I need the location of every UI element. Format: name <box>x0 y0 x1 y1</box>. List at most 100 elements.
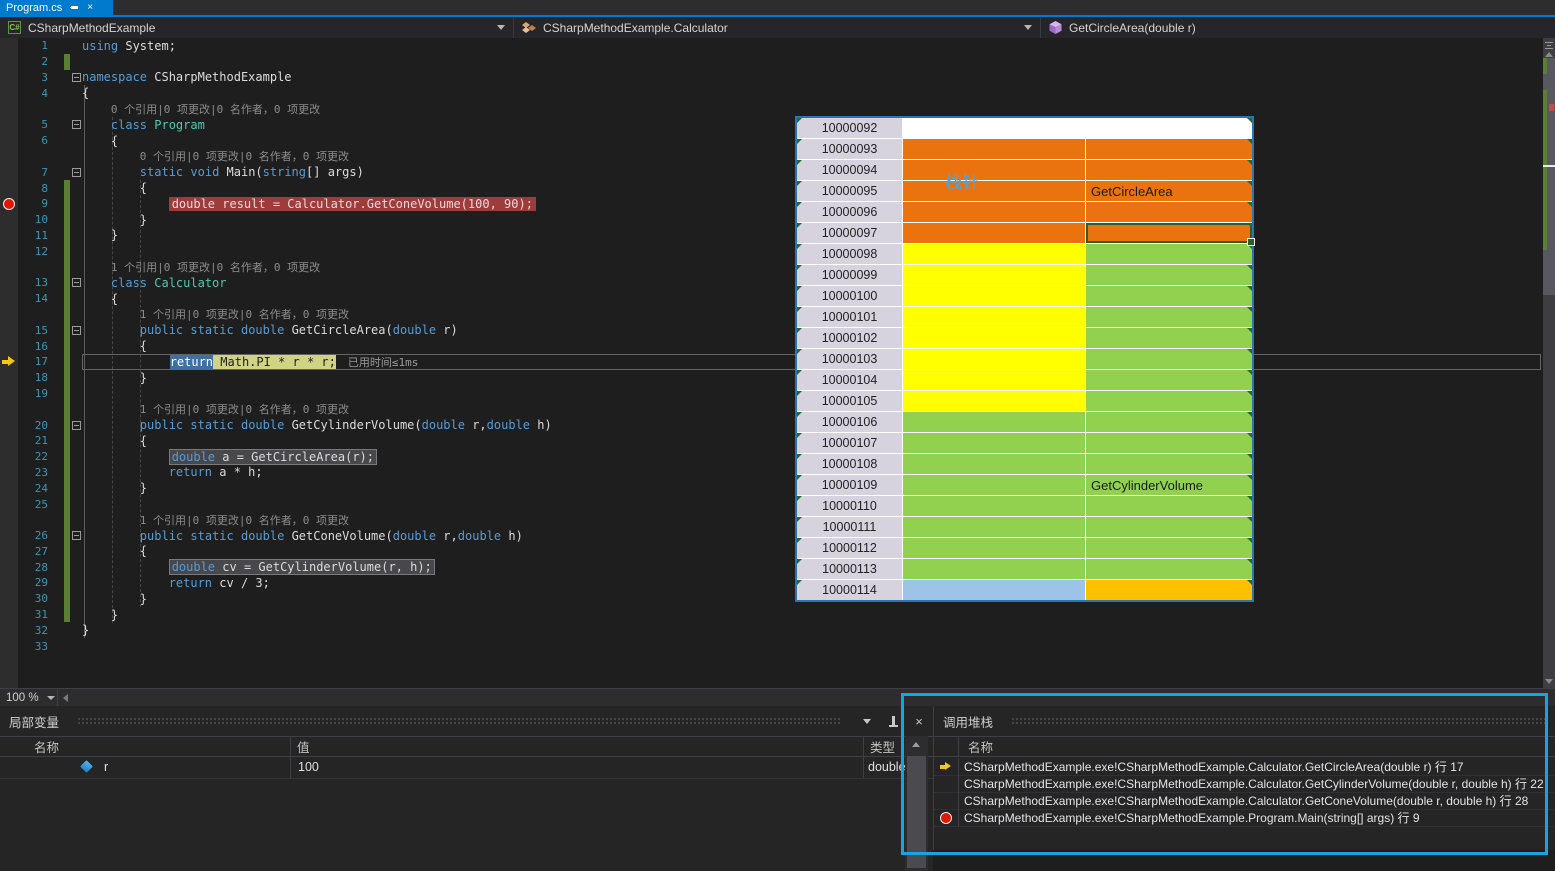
code-line[interactable]: 20public static double GetCylinderVolume… <box>0 417 1543 433</box>
fold-collapse-icon[interactable] <box>72 73 81 82</box>
codelens-line[interactable]: 0 个引用|0 项更改|0 名作者，0 项更改 <box>0 101 1543 117</box>
code-line[interactable]: 13class Calculator <box>0 275 1543 291</box>
memory-cell-c[interactable] <box>1086 265 1252 285</box>
memory-address-cell[interactable]: 10000096 <box>797 202 902 222</box>
code-line[interactable]: 22double a = GetCircleArea(r); <box>0 449 1543 465</box>
memory-cell-b[interactable] <box>903 160 1085 180</box>
fold-collapse-icon[interactable] <box>72 531 81 540</box>
memory-cell-c[interactable] <box>1086 370 1252 390</box>
codelens-line[interactable]: 0 个引用|0 项更改|0 名作者，0 项更改 <box>0 149 1543 165</box>
memory-cell-b[interactable] <box>903 517 1085 537</box>
code-line[interactable]: 8{ <box>0 180 1543 196</box>
editor-horizontal-scrollbar[interactable]: 100 % <box>0 688 1555 706</box>
stack-frame-row[interactable]: CSharpMethodExample.exe!CSharpMethodExam… <box>934 758 1555 776</box>
type-dropdown[interactable]: CSharpMethodExample.Calculator <box>514 17 1041 38</box>
memory-cell-b[interactable] <box>903 580 1085 600</box>
code-line[interactable]: 9double result = Calculator.GetConeVolum… <box>0 196 1543 212</box>
column-value[interactable]: 值 <box>297 737 310 756</box>
memory-cell-c[interactable] <box>1086 454 1252 474</box>
code-line[interactable]: 6{ <box>0 133 1543 149</box>
memory-address-cell[interactable]: 10000103 <box>797 349 902 369</box>
scroll-left-arrow[interactable] <box>63 694 68 702</box>
memory-address-cell[interactable]: 10000113 <box>797 559 902 579</box>
code-line[interactable]: 18} <box>0 370 1543 386</box>
memory-address-cell[interactable]: 10000097 <box>797 223 902 243</box>
memory-address-cell[interactable]: 10000098 <box>797 244 902 264</box>
memory-cell-b[interactable] <box>903 118 1085 138</box>
memory-cell-b[interactable] <box>903 391 1085 411</box>
memory-cell-c[interactable] <box>1086 433 1252 453</box>
code-line[interactable]: 16{ <box>0 338 1543 354</box>
fold-collapse-icon[interactable] <box>72 168 81 177</box>
codelens-info[interactable]: 1 个引用|0 项更改|0 名作者，0 项更改 <box>140 306 349 322</box>
memory-cell-c[interactable] <box>1086 538 1252 558</box>
memory-cell-b[interactable] <box>903 265 1085 285</box>
code-line[interactable]: 31} <box>0 607 1543 623</box>
memory-cell-c[interactable] <box>1086 349 1252 369</box>
tab-program-cs[interactable]: Program.cs × <box>0 0 113 15</box>
stack-frame-row[interactable]: CSharpMethodExample.exe!CSharpMethodExam… <box>934 775 1555 793</box>
column-name[interactable]: 名称 <box>34 737 59 756</box>
memory-cell-b[interactable] <box>903 370 1085 390</box>
memory-cell-c[interactable] <box>1086 139 1252 159</box>
memory-address-cell[interactable]: 10000093 <box>797 139 902 159</box>
memory-cell-c[interactable] <box>1086 286 1252 306</box>
memory-cell-c[interactable] <box>1086 202 1252 222</box>
memory-cell-b[interactable] <box>903 475 1085 495</box>
code-line[interactable]: 29return cv / 3; <box>0 575 1543 591</box>
codelens-line[interactable]: 1 个引用|0 项更改|0 名作者，0 项更改 <box>0 259 1543 275</box>
code-line[interactable]: 21{ <box>0 433 1543 449</box>
memory-cell-c[interactable] <box>1086 517 1252 537</box>
code-line[interactable]: 14{ <box>0 291 1543 307</box>
breakpoint-icon[interactable] <box>3 198 15 210</box>
memory-cell-b[interactable] <box>903 202 1085 222</box>
memory-cell-b[interactable] <box>903 307 1085 327</box>
memory-cell-b[interactable] <box>903 181 1085 201</box>
memory-address-cell[interactable]: 10000101 <box>797 307 902 327</box>
memory-address-cell[interactable]: 10000102 <box>797 328 902 348</box>
codelens-info[interactable]: 0 个引用|0 项更改|0 名作者，0 项更改 <box>140 148 349 164</box>
memory-address-cell[interactable]: 10000094 <box>797 160 902 180</box>
fold-collapse-icon[interactable] <box>72 120 81 129</box>
locals-panel-titlebar[interactable]: 局部变量 × <box>0 706 933 736</box>
memory-cell-c[interactable] <box>1086 496 1252 516</box>
code-line[interactable]: 32} <box>0 622 1543 638</box>
close-icon[interactable]: × <box>87 3 93 12</box>
code-line[interactable]: 23return a * h; <box>0 465 1543 481</box>
memory-address-cell[interactable]: 10000109 <box>797 475 902 495</box>
code-line[interactable]: 2 <box>0 54 1543 70</box>
code-line[interactable]: 4{ <box>0 85 1543 101</box>
code-line[interactable]: 33 <box>0 638 1543 654</box>
memory-address-cell[interactable]: 10000112 <box>797 538 902 558</box>
codelens-line[interactable]: 1 个引用|0 项更改|0 名作者，0 项更改 <box>0 307 1543 323</box>
locals-scrollbar[interactable] <box>905 736 928 871</box>
memory-cell-b[interactable] <box>903 454 1085 474</box>
memory-cell-c[interactable] <box>1086 244 1252 264</box>
pin-icon[interactable] <box>70 3 79 12</box>
memory-cell-b[interactable] <box>903 433 1085 453</box>
codelens-info[interactable]: 1 个引用|0 项更改|0 名作者，0 项更改 <box>140 512 349 528</box>
memory-address-cell[interactable]: 10000092 <box>797 118 902 138</box>
memory-cell-b[interactable] <box>903 328 1085 348</box>
memory-cell-c[interactable] <box>1086 580 1252 600</box>
code-line[interactable]: 7static void Main(string[] args) <box>0 164 1543 180</box>
scroll-up-arrow[interactable] <box>1545 52 1553 57</box>
code-line[interactable]: 19 <box>0 386 1543 402</box>
member-dropdown[interactable]: GetCircleArea(double r) <box>1041 17 1543 38</box>
zoom-select[interactable]: 100 % <box>0 689 58 706</box>
codelens-info[interactable]: 0 个引用|0 项更改|0 名作者，0 项更改 <box>111 101 320 117</box>
memory-cell-b[interactable] <box>903 496 1085 516</box>
project-dropdown[interactable]: C# CSharpMethodExample <box>0 17 514 38</box>
memory-cell-c[interactable] <box>1086 559 1252 579</box>
memory-address-cell[interactable]: 10000108 <box>797 454 902 474</box>
stack-frame-row[interactable]: CSharpMethodExample.exe!CSharpMethodExam… <box>934 809 1555 827</box>
code-line[interactable]: 26public static double GetConeVolume(dou… <box>0 528 1543 544</box>
stack-frame-row[interactable]: CSharpMethodExample.exe!CSharpMethodExam… <box>934 792 1555 810</box>
codelens-info[interactable]: 1 个引用|0 项更改|0 名作者，0 项更改 <box>140 401 349 417</box>
memory-address-cell[interactable]: 10000111 <box>797 517 902 537</box>
fold-collapse-icon[interactable] <box>72 278 81 287</box>
memory-cell-b[interactable] <box>903 559 1085 579</box>
memory-cell-b[interactable] <box>903 286 1085 306</box>
codelens-info[interactable]: 1 个引用|0 项更改|0 名作者，0 项更改 <box>111 259 320 275</box>
memory-cell-c[interactable] <box>1086 160 1252 180</box>
